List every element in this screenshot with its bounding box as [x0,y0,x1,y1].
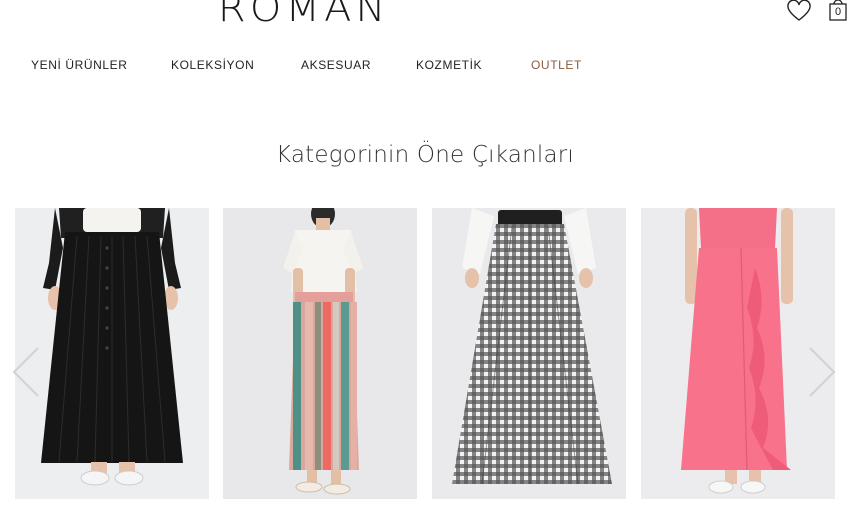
nav-item-collection[interactable]: KOLEKSİYON [171,58,254,72]
cart-count-badge: 0 [834,6,842,18]
product-image [15,208,209,499]
brand-logo[interactable]: ROMAN [218,0,390,30]
product-image [432,208,626,499]
carousel-prev-button[interactable] [8,344,42,400]
nav-item-new-products[interactable]: YENİ ÜRÜNLER [31,58,128,72]
page: ROMAN 0 YENİ ÜRÜNLER KOLEKSİYON AKSESUAR… [0,0,850,507]
product-card[interactable] [15,208,209,499]
main-nav: YENİ ÜRÜNLER KOLEKSİYON AKSESUAR KOZMETİ… [0,58,850,76]
product-card[interactable] [432,208,626,499]
product-card[interactable] [223,208,417,499]
nav-item-outlet[interactable]: OUTLET [531,58,582,72]
heart-icon[interactable] [786,0,812,22]
carousel-next-button[interactable] [806,344,840,400]
chevron-right-icon [809,347,836,397]
section-title: Kategorinin Öne Çıkanları [275,142,575,168]
chevron-left-icon [12,347,39,397]
product-image [223,208,417,499]
nav-item-cosmetics[interactable]: KOZMETİK [416,58,482,72]
nav-item-accessories[interactable]: AKSESUAR [301,58,371,72]
